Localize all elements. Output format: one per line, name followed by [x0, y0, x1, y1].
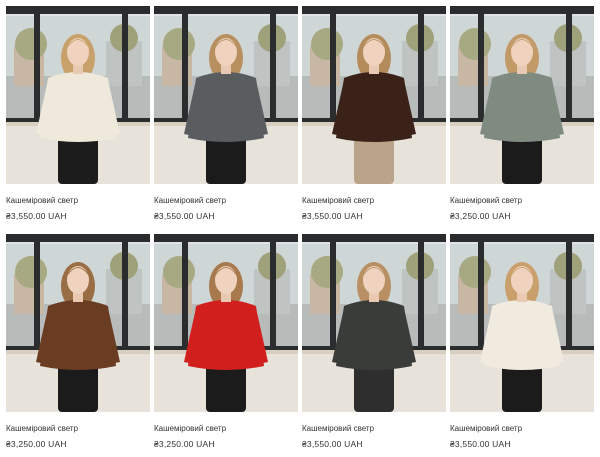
product-card[interactable]: Кашеміровий светр ₴3,550.00 UAH	[302, 234, 450, 457]
product-card[interactable]: Кашеміровий светр ₴3,250.00 UAH	[6, 234, 154, 457]
product-card[interactable]: Кашеміровий светр ₴3,250.00 UAH	[154, 234, 302, 457]
product-price: ₴3,550.00 UAH	[302, 211, 363, 221]
product-image[interactable]	[6, 6, 150, 184]
product-card[interactable]: Кашеміровий светр ₴3,550.00 UAH	[302, 6, 450, 229]
product-image[interactable]	[6, 234, 150, 412]
product-card[interactable]: Кашеміровий светр ₴3,250.00 UAH	[450, 6, 598, 229]
product-image[interactable]	[302, 6, 446, 184]
product-name[interactable]: Кашеміровий светр	[450, 196, 522, 206]
product-price: ₴3,250.00 UAH	[6, 439, 67, 449]
product-card[interactable]: Кашеміровий светр ₴3,550.00 UAH	[450, 234, 598, 457]
product-price: ₴3,250.00 UAH	[450, 211, 511, 221]
product-image[interactable]	[154, 6, 298, 184]
product-name[interactable]: Кашеміровий светр	[302, 424, 374, 434]
product-price: ₴3,250.00 UAH	[154, 439, 215, 449]
product-image[interactable]	[302, 234, 446, 412]
product-name[interactable]: Кашеміровий светр	[154, 424, 226, 434]
product-name[interactable]: Кашеміровий светр	[154, 196, 226, 206]
product-price: ₴3,550.00 UAH	[6, 211, 67, 221]
product-name[interactable]: Кашеміровий светр	[6, 196, 78, 206]
product-card[interactable]: Кашеміровий светр ₴3,550.00 UAH	[154, 6, 302, 229]
product-card[interactable]: Кашеміровий светр ₴3,550.00 UAH	[6, 6, 154, 229]
product-price: ₴3,550.00 UAH	[154, 211, 215, 221]
product-image[interactable]	[154, 234, 298, 412]
product-name[interactable]: Кашеміровий светр	[302, 196, 374, 206]
product-name[interactable]: Кашеміровий светр	[6, 424, 78, 434]
product-image[interactable]	[450, 6, 594, 184]
product-price: ₴3,550.00 UAH	[302, 439, 363, 449]
product-name[interactable]: Кашеміровий светр	[450, 424, 522, 434]
product-price: ₴3,550.00 UAH	[450, 439, 511, 449]
product-grid: Кашеміровий светр ₴3,550.00 UAH Кашеміро…	[0, 0, 600, 454]
product-image[interactable]	[450, 234, 594, 412]
